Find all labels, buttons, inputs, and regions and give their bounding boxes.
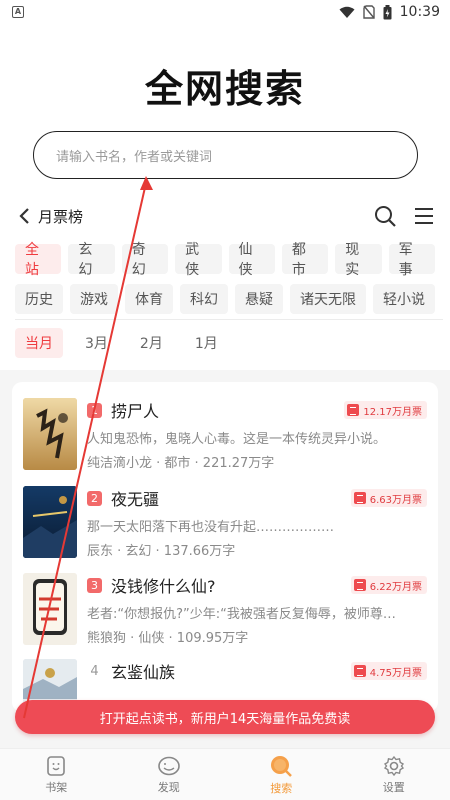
ticket-icon: [347, 404, 360, 416]
tab-bookshelf[interactable]: 书架: [0, 749, 113, 800]
battery-icon: [383, 4, 392, 19]
ticket-badge: 4.75万月票: [350, 662, 427, 680]
category-row: 历史 游戏 体育 科幻 悬疑 诸天无限 轻小说: [15, 284, 435, 314]
search-input[interactable]: 请输入书名，作者或关键词: [33, 131, 418, 179]
category-chip[interactable]: 玄幻: [68, 242, 115, 278]
promo-banner[interactable]: 打开起点读书，新用户14天海量作品免费读: [15, 700, 435, 734]
ticket-icon: [353, 579, 366, 591]
rank-number: 1: [87, 402, 102, 418]
category-row: 全站 玄幻 奇幻 武侠 仙侠 都市 现实 军事: [15, 242, 435, 278]
menu-icon[interactable]: [414, 207, 434, 225]
ticket-count: 6.63万月票: [369, 494, 422, 506]
tab-label: 书架: [45, 780, 68, 794]
bottom-tab-bar: 书架 发现 搜索 设置: [0, 748, 450, 800]
book-item[interactable]: 1 捞尸人 12.17万月票 人知鬼恐怖，鬼晓人心毒。这是一本传统灵异小说。 纯…: [23, 398, 427, 476]
book-meta: 辰东 · 玄幻 · 137.66万字: [87, 544, 236, 559]
tab-search[interactable]: 搜索: [225, 749, 338, 800]
rank-number: 3: [87, 577, 102, 593]
category-chip[interactable]: 轻小说: [373, 284, 435, 314]
cover-art: [23, 398, 77, 470]
category-chip[interactable]: 奇幻: [121, 242, 169, 278]
search-icon[interactable]: [374, 205, 396, 227]
ticket-badge: 6.63万月票: [350, 489, 427, 507]
category-chip[interactable]: 历史: [15, 284, 63, 314]
month-chip[interactable]: 2月: [130, 328, 173, 358]
no-sim-icon: [362, 5, 375, 19]
category-chip[interactable]: 悬疑: [235, 284, 283, 314]
discover-icon: [157, 756, 180, 775]
book-cover[interactable]: [23, 398, 77, 470]
category-chip[interactable]: 武侠: [175, 242, 222, 278]
cover-art: [23, 573, 77, 645]
wifi-icon: [339, 6, 355, 18]
category-chip[interactable]: 科幻: [180, 284, 228, 314]
category-chip[interactable]: 体育: [125, 284, 173, 314]
book-title[interactable]: 没钱修什么仙?: [111, 573, 351, 597]
status-time: 10:39: [399, 4, 440, 20]
ticket-icon: [353, 665, 366, 677]
book-meta: 熊狼狗 · 仙侠 · 109.95万字: [87, 631, 249, 646]
category-filter: 全站 玄幻 奇幻 武侠 仙侠 都市 现实 军事 历史 游戏 体育 科幻 悬疑 诸…: [15, 242, 435, 324]
cover-art: [23, 486, 77, 558]
rank-number: 4: [90, 663, 99, 679]
book-cover[interactable]: [23, 486, 77, 558]
book-title[interactable]: 夜无疆: [111, 486, 351, 510]
divider: [15, 319, 443, 320]
book-title[interactable]: 玄鉴仙族: [111, 659, 351, 683]
status-bar: A 10:39: [0, 0, 450, 24]
ticket-badge: 6.22万月票: [350, 576, 427, 594]
category-chip[interactable]: 都市: [281, 242, 329, 278]
ticket-count: 6.22万月票: [369, 581, 422, 593]
book-list: 1 捞尸人 12.17万月票 人知鬼恐怖，鬼晓人心毒。这是一本传统灵异小说。 纯…: [12, 382, 438, 712]
category-chip[interactable]: 游戏: [70, 284, 118, 314]
book-cover[interactable]: [23, 573, 77, 645]
rank-title: 月票榜: [38, 207, 84, 226]
book-title[interactable]: 捞尸人: [111, 398, 344, 422]
book-item[interactable]: 3 没钱修什么仙? 6.22万月票 老者:“你想报仇?”少年:“我被强者反复侮辱…: [23, 573, 427, 651]
tab-label: 搜索: [270, 781, 293, 795]
tab-discover[interactable]: 发现: [113, 749, 226, 800]
tab-label: 发现: [157, 780, 180, 794]
category-chip[interactable]: 仙侠: [228, 242, 275, 278]
tab-settings[interactable]: 设置: [338, 749, 450, 800]
book-item[interactable]: 2 夜无疆 6.63万月票 那一天太阳落下再也没有升起……………… 辰东 · 玄…: [23, 486, 427, 564]
bookshelf-icon: [47, 755, 66, 776]
month-chip[interactable]: 当月: [15, 328, 63, 358]
search-icon: [271, 755, 293, 777]
rank-number: 2: [87, 490, 102, 506]
rank-selector[interactable]: 月票榜: [18, 206, 83, 227]
tab-label: 设置: [382, 780, 405, 794]
month-chip[interactable]: 3月: [75, 328, 118, 358]
search-placeholder: 请输入书名，作者或关键词: [56, 149, 213, 165]
ticket-count: 4.75万月票: [369, 667, 422, 679]
category-chip[interactable]: 诸天无限: [290, 284, 366, 314]
category-chip[interactable]: 现实: [335, 242, 382, 278]
chevron-left-icon[interactable]: [18, 207, 30, 225]
month-filter: 当月 3月 2月 1月: [15, 328, 228, 358]
ticket-count: 12.17万月票: [363, 406, 422, 418]
category-chip[interactable]: 全站: [15, 242, 62, 278]
category-chip[interactable]: 军事: [388, 242, 435, 278]
page-logo: 全网搜索: [144, 67, 305, 111]
gear-icon: [383, 755, 404, 776]
book-meta: 纯洁滴小龙 · 都市 · 221.27万字: [87, 456, 275, 471]
ticket-badge: 12.17万月票: [344, 401, 427, 419]
book-description: 人知鬼恐怖，鬼晓人心毒。这是一本传统灵异小说。: [87, 432, 387, 447]
rank-header: 月票榜: [18, 202, 434, 230]
notification-icon: A: [12, 6, 24, 18]
ticket-icon: [353, 492, 366, 504]
book-description: 老者:“你想报仇?”少年:“我被强者反复侮辱，被师尊…: [87, 607, 396, 622]
book-description: 那一天太阳落下再也没有升起………………: [87, 520, 335, 535]
month-chip[interactable]: 1月: [185, 328, 228, 358]
